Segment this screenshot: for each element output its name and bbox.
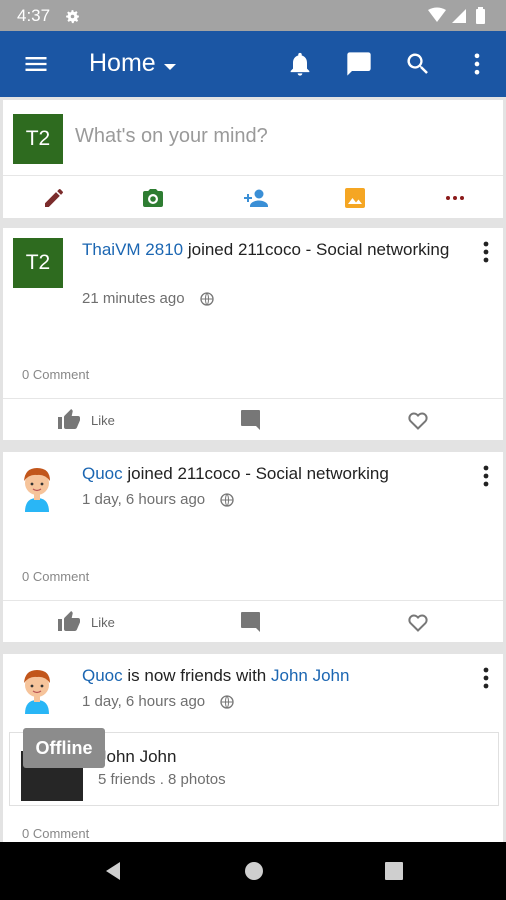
system-nav-bar (0, 842, 506, 900)
search-icon[interactable] (404, 50, 432, 78)
friend-link[interactable]: John John (271, 666, 349, 685)
post-options-icon[interactable] (483, 241, 489, 263)
image-icon[interactable] (343, 186, 367, 210)
composer-actions (3, 175, 503, 218)
like-label: Like (91, 614, 115, 630)
pencil-icon[interactable] (42, 186, 66, 210)
feed-post: T2 ThaiVM 2810 joined 211coco - Social n… (3, 228, 503, 440)
friend-name[interactable]: John John (98, 747, 176, 767)
page-title: Home (89, 49, 156, 77)
timestamp: 1 day, 6 hours ago (82, 693, 206, 710)
globe-icon (220, 694, 234, 709)
status-input[interactable]: What's on your mind? (75, 125, 268, 148)
bell-icon[interactable] (286, 50, 314, 78)
settings-gear-icon (66, 10, 79, 24)
recents-icon[interactable] (383, 860, 405, 882)
camera-icon[interactable] (141, 186, 165, 210)
comment-icon[interactable] (239, 610, 263, 634)
feed-post: Quoc joined 211coco - Social networking … (3, 452, 503, 642)
comment-count[interactable]: 0 Comment (22, 826, 89, 841)
add-friend-icon[interactable] (242, 186, 270, 210)
heart-icon[interactable] (406, 610, 430, 634)
post-time: 1 day, 6 hours ago (82, 693, 235, 710)
post-options-icon[interactable] (483, 465, 489, 487)
more-horiz-icon[interactable] (443, 186, 467, 210)
offline-badge: Offline (23, 728, 105, 768)
status-indicators-icon (428, 7, 485, 24)
timestamp: 1 day, 6 hours ago (82, 491, 206, 508)
author-link[interactable]: Quoc (82, 666, 123, 685)
caret-down-icon (163, 63, 176, 70)
author-link[interactable]: ThaiVM 2810 (82, 240, 183, 259)
app-bar: Home (0, 31, 506, 97)
home-dropdown[interactable]: Home (89, 49, 176, 78)
globe-icon (199, 291, 214, 306)
wifi-icon (428, 7, 446, 22)
like-button[interactable]: Like (57, 610, 115, 634)
post-time: 1 day, 6 hours ago (82, 491, 235, 508)
home-icon[interactable] (243, 860, 265, 882)
post-action: is now friends with (122, 666, 271, 685)
post-action: joined 211coco - Social networking (183, 240, 450, 259)
friend-meta: 5 friends . 8 photos (98, 771, 226, 788)
comment-count[interactable]: 0 Comment (22, 569, 89, 584)
comment-icon[interactable] (239, 408, 263, 432)
like-button[interactable]: Like (57, 408, 115, 432)
author-link[interactable]: Quoc (82, 464, 123, 483)
post-action: joined 211coco - Social networking (122, 464, 389, 483)
avatar[interactable] (17, 664, 57, 714)
like-label: Like (91, 412, 115, 428)
avatar[interactable] (17, 462, 57, 512)
menu-icon[interactable] (22, 50, 50, 78)
post-text: Quoc joined 211coco - Social networking (82, 462, 462, 485)
signal-icon (452, 9, 466, 23)
back-icon[interactable] (102, 860, 124, 882)
globe-icon (220, 492, 234, 507)
heart-icon[interactable] (406, 408, 430, 432)
comment-count[interactable]: 0 Comment (22, 367, 89, 382)
status-time: 4:37 (17, 6, 51, 25)
chat-icon[interactable] (345, 50, 373, 78)
post-actions: Like (3, 600, 503, 642)
timestamp: 21 minutes ago (82, 290, 185, 307)
avatar[interactable]: T2 (13, 238, 63, 288)
post-actions: Like (3, 398, 503, 440)
post-time: 21 minutes ago (82, 290, 215, 307)
post-options-icon[interactable] (483, 667, 489, 689)
more-vert-icon[interactable] (463, 50, 491, 78)
thumbs-up-icon (58, 611, 80, 631)
status-bar: 4:37 (0, 0, 506, 31)
thumbs-up-icon (58, 409, 80, 429)
composer-card: T2 What's on your mind? (3, 100, 503, 218)
avatar[interactable]: T2 (13, 114, 63, 164)
battery-icon (476, 9, 485, 24)
post-text: ThaiVM 2810 joined 211coco - Social netw… (82, 238, 462, 261)
post-text: Quoc is now friends with John John (82, 664, 462, 687)
